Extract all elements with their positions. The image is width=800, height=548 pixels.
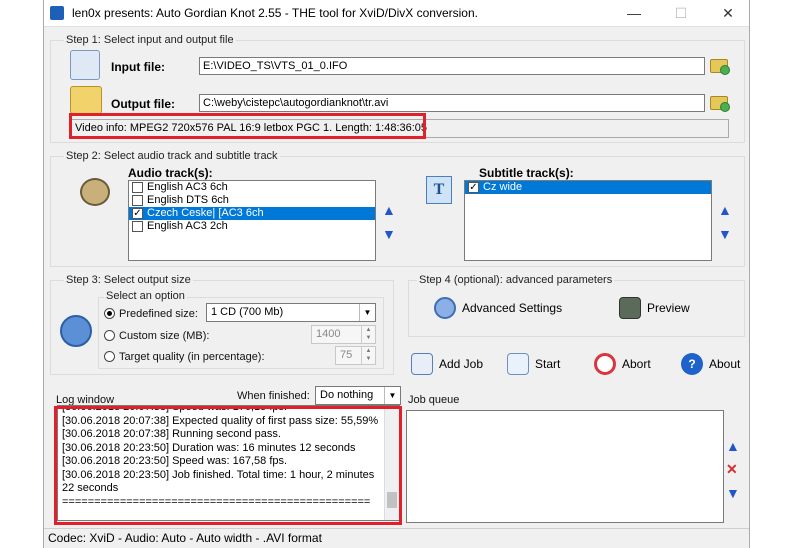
audio-track-label: Audio track(s): xyxy=(128,166,213,180)
predefined-size-radio[interactable] xyxy=(104,308,115,319)
job-queue-list[interactable] xyxy=(406,410,724,523)
chevron-down-icon[interactable]: ▼ xyxy=(359,304,375,321)
subtitle-track-list[interactable]: ✓ Cz wide xyxy=(464,180,712,261)
step4-label: Step 4 (optional): advanced parameters xyxy=(417,274,615,286)
step1-label: Step 1: Select input and output file xyxy=(64,34,236,46)
checkbox[interactable]: ✓ xyxy=(132,208,143,219)
predefined-size-select[interactable]: 1 CD (700 Mb) ▼ xyxy=(206,303,376,322)
subtitle-move-down-arrow-icon[interactable]: ▼ xyxy=(718,226,732,242)
subtitle-track-item[interactable]: ✓ Cz wide xyxy=(465,181,711,194)
abort-button[interactable]: Abort xyxy=(594,353,651,375)
subtitle-move-up-arrow-icon[interactable]: ▲ xyxy=(718,202,732,218)
start-icon xyxy=(507,353,529,375)
output-file-label: Output file: xyxy=(111,97,175,111)
film-reel-icon xyxy=(619,297,641,319)
audio-track-item[interactable]: English AC3 6ch xyxy=(129,181,375,194)
when-finished-select[interactable]: Do nothing ▼ xyxy=(315,386,401,405)
audio-move-down-arrow-icon[interactable]: ▼ xyxy=(382,226,396,242)
input-file-label: Input file: xyxy=(111,60,165,74)
close-button[interactable]: ✕ xyxy=(705,0,751,27)
magnifier-file-icon xyxy=(70,50,100,80)
checkbox[interactable] xyxy=(132,182,143,193)
step3-label: Step 3: Select output size xyxy=(64,274,193,286)
checkbox[interactable]: ✓ xyxy=(468,182,479,193)
spin-arrows-icon[interactable]: ▲ ▼ xyxy=(361,347,375,364)
queue-move-up-arrow-icon[interactable]: ▲ xyxy=(726,438,740,454)
chevron-down-icon[interactable]: ▼ xyxy=(384,387,400,404)
queue-remove-icon[interactable]: ✕ xyxy=(726,461,738,478)
checkbox[interactable] xyxy=(132,221,143,232)
audio-track-item[interactable]: English AC3 2ch xyxy=(129,220,375,233)
advanced-settings-button[interactable]: Advanced Settings xyxy=(434,297,562,319)
window-title: len0x presents: Auto Gordian Knot 2.55 -… xyxy=(72,6,478,20)
audio-track-list[interactable]: English AC3 6ch English DTS 6ch ✓ Czech C… xyxy=(128,180,376,261)
app-window: len0x presents: Auto Gordian Knot 2.55 -… xyxy=(43,0,750,548)
stop-icon xyxy=(594,353,616,375)
custom-size-label: Custom size (MB): xyxy=(119,330,210,342)
output-file-field[interactable]: C:\weby\cistepc\autogordianknot\tr.avi xyxy=(199,94,705,112)
add-job-button[interactable]: Add Job xyxy=(411,353,483,375)
gear-icon xyxy=(434,297,456,319)
start-button[interactable]: Start xyxy=(507,353,560,375)
status-bar: Codec: XviD - Audio: Auto - Auto width -… xyxy=(48,531,322,545)
audio-move-up-arrow-icon[interactable]: ▲ xyxy=(382,202,396,218)
checkbox[interactable] xyxy=(132,195,143,206)
spin-arrows-icon[interactable]: ▲ ▼ xyxy=(361,326,375,343)
custom-size-spinner[interactable]: 1400 ▲ ▼ xyxy=(311,325,376,344)
target-quality-spinner[interactable]: 75 ▲ ▼ xyxy=(335,346,376,365)
minimize-button[interactable]: — xyxy=(611,0,657,27)
app-icon xyxy=(50,6,64,20)
text-subtitle-icon: T xyxy=(426,176,452,204)
speaker-icon xyxy=(80,178,110,206)
target-quality-label: Target quality (in percentage): xyxy=(119,351,265,363)
about-button[interactable]: ? About xyxy=(681,353,740,375)
log-annotation xyxy=(54,406,402,525)
subtitle-track-label: Subtitle track(s): xyxy=(479,166,574,180)
title-bar: len0x presents: Auto Gordian Knot 2.55 -… xyxy=(44,0,749,27)
predefined-size-label: Predefined size: xyxy=(119,308,198,320)
custom-size-radio[interactable] xyxy=(104,330,115,341)
when-finished-label: When finished: xyxy=(237,390,310,402)
select-option-label: Select an option xyxy=(104,290,187,302)
browse-output-folder-icon[interactable] xyxy=(710,96,730,112)
queue-move-down-arrow-icon[interactable]: ▼ xyxy=(726,485,740,501)
input-file-field[interactable]: E:\VIDEO_TS\VTS_01_0.IFO xyxy=(199,57,705,75)
target-quality-radio[interactable] xyxy=(104,351,115,362)
output-folder-icon xyxy=(70,86,102,114)
step2-label: Step 2: Select audio track and subtitle … xyxy=(64,150,280,162)
pie-chart-icon xyxy=(60,315,92,347)
audio-track-item[interactable]: English DTS 6ch xyxy=(129,194,375,207)
browse-input-folder-icon[interactable] xyxy=(710,59,730,75)
status-divider xyxy=(44,528,749,529)
video-info-annotation xyxy=(69,113,426,139)
job-queue-label: Job queue xyxy=(408,394,460,406)
help-icon: ? xyxy=(681,353,703,375)
maximize-button[interactable]: ☐ xyxy=(658,0,704,27)
audio-track-item[interactable]: ✓ Czech Ceske| [AC3 6ch xyxy=(129,207,375,220)
add-job-icon xyxy=(411,353,433,375)
preview-button[interactable]: Preview xyxy=(619,297,690,319)
